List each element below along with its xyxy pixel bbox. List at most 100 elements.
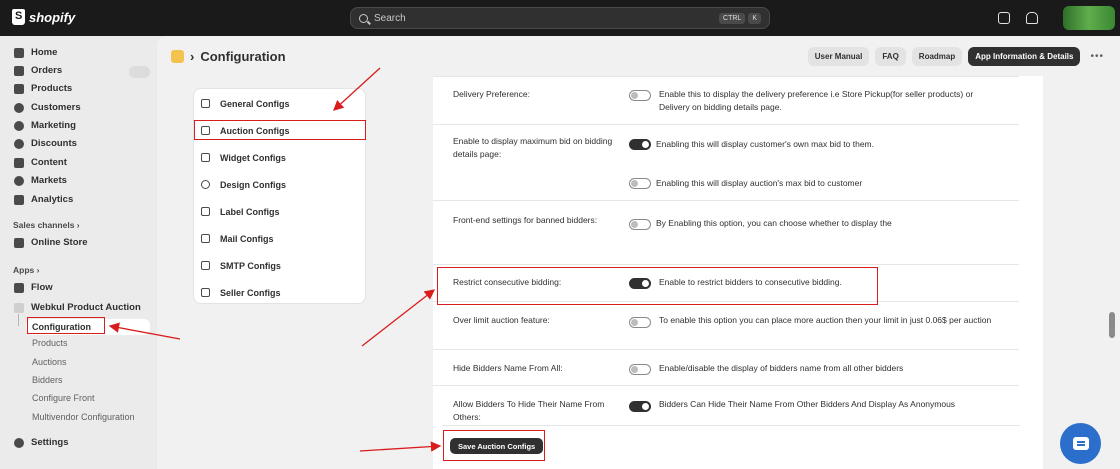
sidebar-item-customers[interactable]: Customers xyxy=(14,102,81,113)
config-menu-mail[interactable]: Mail Configs xyxy=(194,225,367,252)
sidebar-sub-multivendor[interactable]: Multivendor Configuration xyxy=(32,412,135,422)
divider xyxy=(433,200,1019,201)
sidebar-item-content[interactable]: Content xyxy=(14,157,67,168)
scrollbar[interactable] xyxy=(1109,312,1115,338)
config-menu-label: Design Configs xyxy=(220,179,287,190)
divider xyxy=(433,349,1019,350)
banned-bidders-toggle[interactable] xyxy=(629,219,651,230)
sidebar-item-online-store[interactable]: Online Store xyxy=(14,237,87,248)
config-menu-seller[interactable]: Seller Configs xyxy=(194,279,367,306)
setting-label: Hide Bidders Name From All: xyxy=(453,363,563,373)
delivery-preference-toggle[interactable] xyxy=(629,90,651,101)
config-menu-design[interactable]: Design Configs xyxy=(194,171,367,198)
sidebar-item-analytics[interactable]: Analytics xyxy=(14,194,73,205)
config-menu-label: Widget Configs xyxy=(220,152,286,163)
more-icon[interactable]: ••• xyxy=(1090,51,1104,62)
seller-icon xyxy=(201,288,210,297)
sidebar-sub-products[interactable]: Products xyxy=(32,338,68,348)
setting-description: To enable this option you can place more… xyxy=(659,315,992,325)
over-limit-toggle[interactable] xyxy=(629,317,651,328)
home-icon xyxy=(14,47,24,58)
config-menu-label[interactable]: Label Configs xyxy=(194,198,367,225)
sidebar-item-flow[interactable]: Flow xyxy=(14,282,53,293)
kbd-ctrl: CTRL xyxy=(719,12,746,24)
app-info-button[interactable]: App Information & Details xyxy=(968,47,1081,66)
main-panel: › Configuration User Manual FAQ Roadmap … xyxy=(157,36,1120,469)
gear-icon xyxy=(14,437,24,448)
globe-icon xyxy=(14,175,24,186)
hide-bidders-name-toggle[interactable] xyxy=(629,364,651,375)
orders-icon xyxy=(14,65,24,76)
sidebar-sub-auctions[interactable]: Auctions xyxy=(32,357,67,367)
chart-icon xyxy=(14,194,24,205)
target-icon xyxy=(14,120,24,131)
bell-icon[interactable] xyxy=(1026,12,1038,24)
home-icon xyxy=(201,99,210,108)
setting-description: Enable this to display the delivery pref… xyxy=(659,89,974,112)
faq-button[interactable]: FAQ xyxy=(875,47,906,66)
sidebar-item-home[interactable]: Home xyxy=(14,47,57,58)
store-icon[interactable] xyxy=(998,12,1010,24)
config-menu-general[interactable]: General Configs xyxy=(194,90,367,117)
own-max-bid-toggle[interactable] xyxy=(629,139,651,150)
sidebar-item-markets[interactable]: Markets xyxy=(14,175,67,186)
sidebar-item-label: Settings xyxy=(31,437,69,448)
user-manual-button[interactable]: User Manual xyxy=(807,47,870,66)
sidebar-sub-bidders[interactable]: Bidders xyxy=(32,375,63,385)
divider xyxy=(433,385,1019,386)
app-icon[interactable] xyxy=(171,50,184,63)
sales-channels-label[interactable]: Sales channels › xyxy=(13,220,80,230)
sidebar-item-label: Orders xyxy=(31,65,63,76)
config-menu-widget[interactable]: Widget Configs xyxy=(194,144,367,171)
avatar[interactable] xyxy=(1063,6,1115,30)
page-title: › Configuration xyxy=(171,49,286,64)
top-bar: shopify Search CTRL K xyxy=(0,0,1120,36)
storefront-icon xyxy=(14,237,24,248)
search-placeholder: Search xyxy=(374,12,406,24)
allow-hide-name-toggle[interactable] xyxy=(629,401,651,412)
config-menu-label: Seller Configs xyxy=(220,287,281,298)
sidebar-item-products[interactable]: Products xyxy=(14,83,72,94)
kbd-k: K xyxy=(748,12,761,24)
annotation-box xyxy=(27,317,105,334)
shopify-logo[interactable]: shopify xyxy=(12,9,75,25)
sidebar-item-label: Analytics xyxy=(31,194,74,205)
sidebar-item-label: Webkul Product Auction xyxy=(31,302,141,313)
sidebar: Home Orders Products Customers Marketing… xyxy=(0,36,157,469)
chat-button[interactable] xyxy=(1060,423,1101,464)
sidebar-sub-configure-front[interactable]: Configure Front xyxy=(32,393,95,403)
setting-description: Enabling this will display auction's max… xyxy=(656,178,863,188)
sidebar-item-marketing[interactable]: Marketing xyxy=(14,120,76,131)
divider xyxy=(433,124,1019,125)
header-buttons: User Manual FAQ Roadmap App Information … xyxy=(807,47,1104,66)
tag-icon xyxy=(14,83,24,94)
annotation-box xyxy=(437,267,878,305)
divider xyxy=(433,264,1019,265)
auction-max-bid-toggle[interactable] xyxy=(629,178,651,189)
orders-count-badge xyxy=(129,66,150,78)
sidebar-item-orders[interactable]: Orders xyxy=(14,65,62,76)
app-icon xyxy=(14,302,24,313)
sidebar-item-label: Discounts xyxy=(31,138,77,149)
label-icon xyxy=(201,207,210,216)
sidebar-item-label: Flow xyxy=(31,282,53,293)
page-title-text: Configuration xyxy=(200,49,286,64)
sidebar-item-settings[interactable]: Settings xyxy=(14,437,68,448)
sidebar-item-label: Customers xyxy=(31,102,81,113)
config-menu-label: Label Configs xyxy=(220,206,280,217)
tree-line xyxy=(18,314,19,326)
mail-icon xyxy=(201,234,210,243)
content-icon xyxy=(14,157,24,168)
flow-icon xyxy=(14,282,24,293)
eye-icon xyxy=(201,180,210,189)
sidebar-item-label: Markets xyxy=(31,175,67,186)
apps-label[interactable]: Apps › xyxy=(13,265,39,275)
config-menu-smtp[interactable]: SMTP Configs xyxy=(194,252,367,279)
envelope-icon xyxy=(201,261,210,270)
roadmap-button[interactable]: Roadmap xyxy=(911,47,963,66)
sidebar-item-app[interactable]: Webkul Product Auction xyxy=(14,302,141,313)
sidebar-item-label: Online Store xyxy=(31,237,88,248)
search-input[interactable]: Search CTRL K xyxy=(350,7,770,29)
sidebar-item-discounts[interactable]: Discounts xyxy=(14,138,77,149)
brand-name: shopify xyxy=(29,9,76,25)
